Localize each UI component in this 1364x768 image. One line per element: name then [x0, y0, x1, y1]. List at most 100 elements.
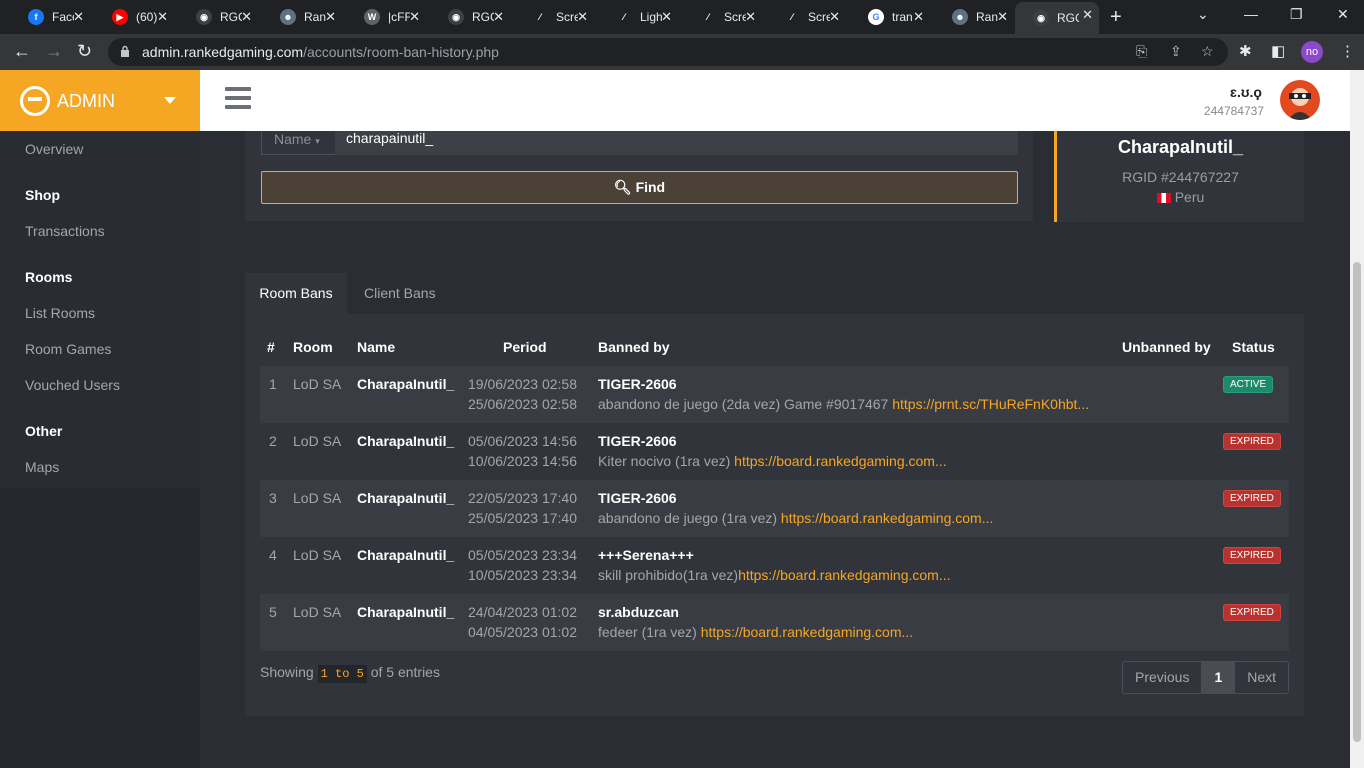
- row-reason: Kiter nocivo (1ra vez) https://board.ran…: [598, 453, 947, 469]
- row-period-end: 10/05/2023 23:34: [468, 567, 577, 583]
- scroll-thumb[interactable]: [1353, 262, 1361, 742]
- close-tab-icon[interactable]: ✕: [409, 9, 420, 25]
- page-1-button[interactable]: 1: [1201, 662, 1236, 693]
- tab-title: Ran: [976, 10, 998, 24]
- feather-icon: ⁄: [616, 9, 632, 25]
- row-name: CharapaInutil_: [357, 433, 455, 449]
- extensions-icon[interactable]: ✱: [1239, 42, 1252, 60]
- player-name: CharapaInutil_: [1117, 137, 1244, 157]
- bookmark-star-icon[interactable]: ☆: [1201, 43, 1214, 60]
- reason-text: Kiter nocivo (1ra vez): [598, 453, 735, 469]
- hamburger-menu-icon[interactable]: [225, 87, 251, 111]
- browser-tab[interactable]: ◉ RGC✕: [178, 4, 258, 30]
- browser-tab[interactable]: ◉ RGC✕: [1015, 2, 1099, 34]
- browser-tab[interactable]: ☻ Ran ✕: [262, 4, 342, 30]
- page-scrollbar[interactable]: [1350, 70, 1364, 768]
- user-id: 244784737: [1203, 104, 1264, 118]
- browser-tab[interactable]: ☻ Ran ✕: [934, 4, 1014, 30]
- sidebar-item-list-rooms[interactable]: List Rooms: [25, 305, 95, 321]
- maximize-icon[interactable]: ❐: [1290, 6, 1303, 23]
- browser-tab[interactable]: Gtran ✕: [850, 4, 930, 30]
- browser-tab[interactable]: ⁄ Scre ✕: [766, 4, 846, 30]
- tab-client-bans[interactable]: Client Bans: [364, 273, 464, 314]
- close-tab-icon[interactable]: ✕: [1082, 7, 1093, 23]
- search-field-dropdown[interactable]: Name ▾: [261, 131, 336, 155]
- main-content: Name ▾ charapainutil_ 🔍︎ Find CharapaInu…: [200, 131, 1350, 768]
- browser-tab[interactable]: ⁄ Scre ✕: [682, 4, 762, 30]
- close-tab-icon[interactable]: ✕: [493, 9, 504, 25]
- browser-tab[interactable]: f Face✕: [10, 4, 90, 30]
- brand-header[interactable]: ADMIN: [0, 70, 200, 131]
- new-tab-button[interactable]: +: [1110, 6, 1122, 29]
- browser-tab[interactable]: ▶ (60) ✕: [94, 4, 174, 30]
- row-period-end: 25/05/2023 17:40: [468, 510, 577, 526]
- address-toolbar: ← → ↻ admin.rankedgaming.com/accounts/ro…: [0, 34, 1364, 70]
- row-name: CharapaInutil_: [357, 604, 455, 620]
- feather-icon: ⁄: [700, 9, 716, 25]
- status-badge: ACTIVE: [1223, 376, 1274, 393]
- close-tab-icon[interactable]: ✕: [745, 9, 756, 25]
- evidence-link[interactable]: https://board.rankedgaming.com...: [734, 453, 946, 469]
- share-icon[interactable]: ⇪: [1170, 43, 1182, 60]
- close-window-icon[interactable]: ✕: [1337, 6, 1349, 23]
- evidence-link[interactable]: https://board.rankedgaming.com...: [738, 567, 950, 583]
- previous-page-button[interactable]: Previous: [1123, 662, 1201, 693]
- tab-room-bans[interactable]: Room Bans: [245, 273, 347, 314]
- close-tab-icon[interactable]: ✕: [829, 9, 840, 25]
- menu-kebab-icon[interactable]: ⋮: [1340, 42, 1355, 60]
- row-period-end: 10/06/2023 14:56: [468, 453, 577, 469]
- profile-avatar[interactable]: no: [1301, 41, 1323, 63]
- tab-title: Scre: [808, 10, 830, 24]
- close-tab-icon[interactable]: ✕: [577, 9, 588, 25]
- close-tab-icon[interactable]: ✕: [325, 9, 336, 25]
- row-period-start: 05/05/2023 23:34: [468, 547, 577, 563]
- side-panel-icon[interactable]: ◧: [1271, 42, 1285, 60]
- feather-icon: ⁄: [532, 9, 548, 25]
- minimize-icon[interactable]: —: [1244, 6, 1258, 22]
- translate-icon[interactable]: ⎘: [1136, 43, 1147, 60]
- sidebar-item-transactions[interactable]: Transactions: [25, 223, 105, 239]
- evidence-link[interactable]: https://prnt.sc/THuReFnK0hbt...: [892, 396, 1089, 412]
- evidence-link[interactable]: https://board.rankedgaming.com...: [781, 510, 993, 526]
- evidence-link[interactable]: https://board.rankedgaming.com...: [701, 624, 913, 640]
- close-tab-icon[interactable]: ✕: [913, 9, 924, 25]
- row-period-start: 24/04/2023 01:02: [468, 604, 577, 620]
- lock-icon[interactable]: [120, 45, 130, 57]
- next-page-button[interactable]: Next: [1235, 662, 1288, 693]
- sidebar-item-room-games[interactable]: Room Games: [25, 341, 111, 357]
- sidebar-item-maps[interactable]: Maps: [25, 459, 59, 475]
- sidebar-item-vouched-users[interactable]: Vouched Users: [25, 377, 120, 393]
- close-tab-icon[interactable]: ✕: [157, 9, 168, 25]
- browser-tab[interactable]: ◉ RGC✕: [430, 4, 510, 30]
- tab-title: RGC: [472, 10, 494, 24]
- avatar[interactable]: [1280, 80, 1320, 120]
- close-tab-icon[interactable]: ✕: [997, 9, 1008, 25]
- back-icon[interactable]: ←: [13, 41, 31, 62]
- row-reason: abandono de juego (1ra vez) https://boar…: [598, 510, 993, 526]
- col-header-banned-by: Banned by: [598, 339, 670, 355]
- close-tab-icon[interactable]: ✕: [661, 9, 672, 25]
- find-button[interactable]: 🔍︎ Find: [261, 171, 1018, 204]
- browser-tab[interactable]: ⁄ Scre ✕: [514, 4, 594, 30]
- close-tab-icon[interactable]: ✕: [73, 9, 84, 25]
- row-room: LoD SA: [293, 547, 342, 563]
- sidebar-item-overview[interactable]: Overview: [25, 141, 83, 157]
- omnibox[interactable]: admin.rankedgaming.com/accounts/room-ban…: [108, 38, 1228, 66]
- url-text[interactable]: admin.rankedgaming.com/accounts/room-ban…: [142, 44, 499, 60]
- tab-search-icon[interactable]: ⌄: [1197, 6, 1209, 23]
- row-num: 2: [269, 433, 277, 449]
- row-num: 4: [269, 547, 277, 563]
- search-input[interactable]: charapainutil_: [335, 131, 1018, 155]
- browser-tab[interactable]: ⁄ Ligh ✕: [598, 4, 678, 30]
- row-room: LoD SA: [293, 490, 342, 506]
- player-card: CharapaInutil_ RGID #244767227 Peru: [1054, 131, 1304, 222]
- browser-tab[interactable]: W |cFF ✕: [346, 4, 426, 30]
- reload-icon[interactable]: ↻: [77, 41, 92, 62]
- brand-label: ADMIN: [57, 91, 115, 111]
- rgc-icon: ◉: [1033, 10, 1049, 26]
- forward-icon[interactable]: →: [45, 41, 63, 62]
- close-tab-icon[interactable]: ✕: [241, 9, 252, 25]
- caret-down-icon[interactable]: [164, 97, 176, 104]
- rgc-icon: ◉: [448, 9, 464, 25]
- row-reason: fedeer (1ra vez) https://board.rankedgam…: [598, 624, 913, 640]
